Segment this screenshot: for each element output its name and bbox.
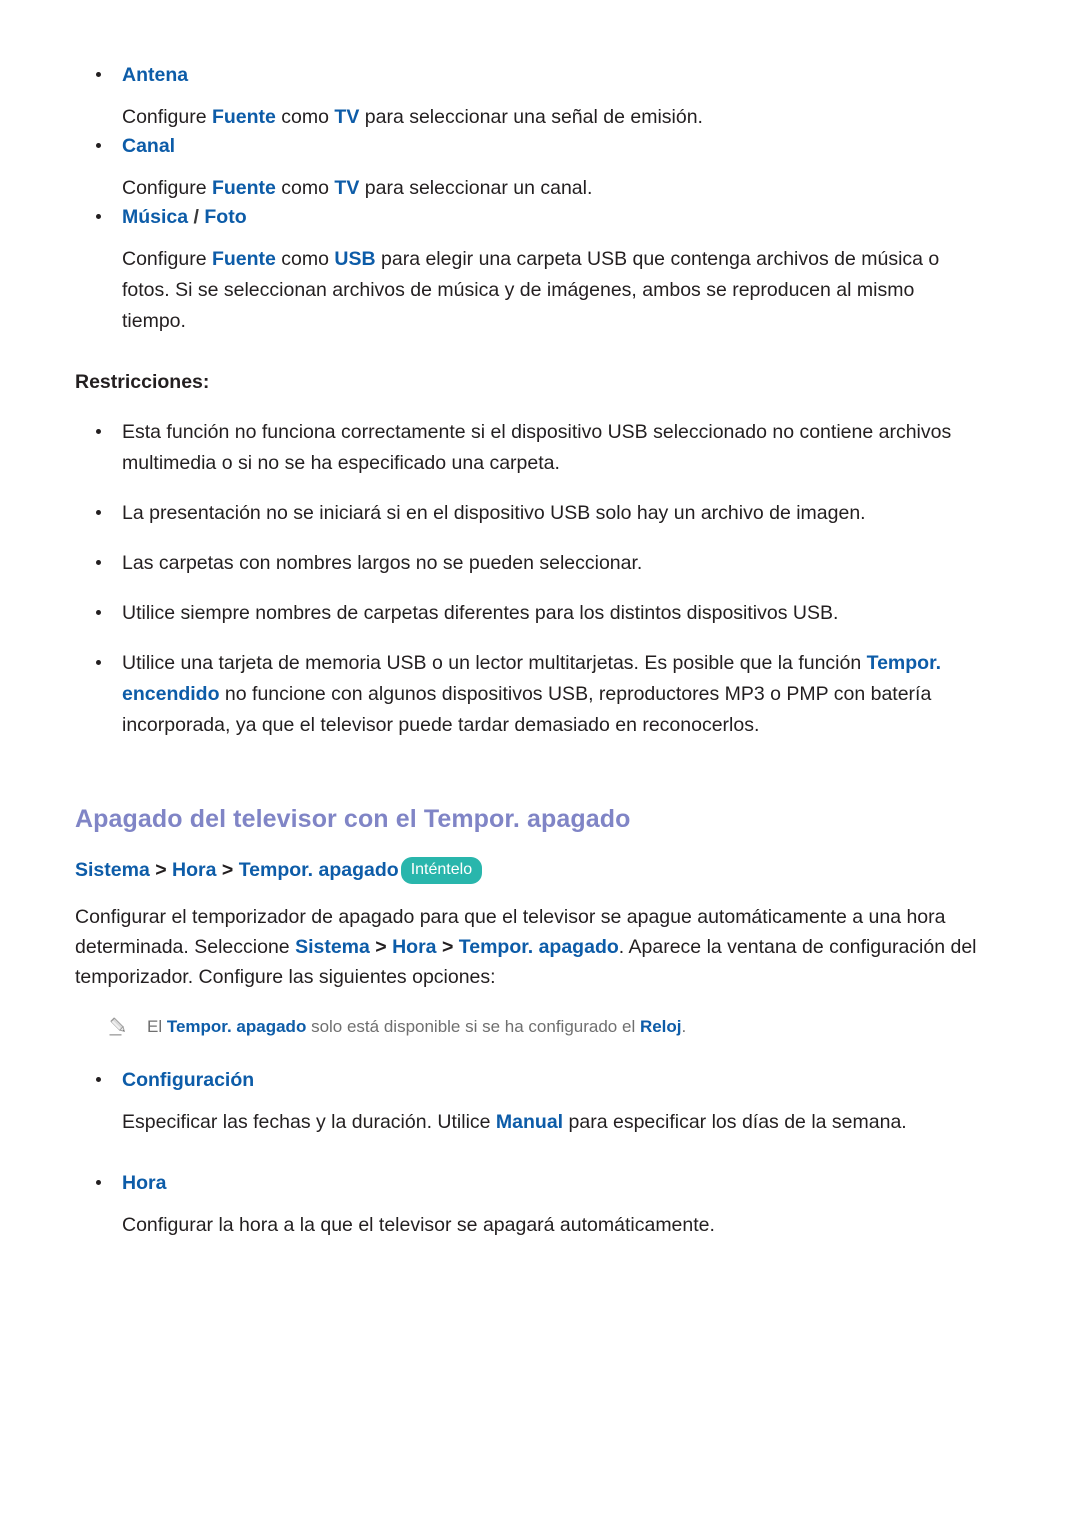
- term-usb: USB: [334, 248, 376, 270]
- text-fragment: para seleccionar una señal de emisión.: [359, 106, 703, 128]
- note-text: El: [147, 1017, 167, 1036]
- breadcrumb-separator: >: [216, 859, 239, 881]
- bullet-icon: [96, 660, 101, 666]
- bullet-icon: [96, 1076, 101, 1082]
- try-it-badge[interactable]: Inténtelo: [400, 857, 483, 884]
- list-item: Utilice siempre nombres de carpetas dife…: [75, 598, 980, 629]
- list-item-canal: Canal Configure Fuente como TV para sele…: [75, 133, 980, 204]
- term-fuente: Fuente: [211, 248, 276, 270]
- term-tv: TV: [334, 177, 360, 199]
- term-hora: Hora: [392, 936, 437, 958]
- item-title-canal: Canal: [122, 135, 176, 157]
- note-text: solo está disponible si se ha configurad…: [306, 1017, 640, 1036]
- text-fragment: Configure: [122, 248, 212, 270]
- item-body-canal: Configure Fuente como TV para selecciona…: [122, 173, 980, 204]
- term-tv: TV: [334, 106, 360, 128]
- breadcrumb-crumb-hora[interactable]: Hora: [172, 859, 216, 881]
- text-fragment: para seleccionar un canal.: [359, 177, 593, 199]
- breadcrumb: Sistema > Hora > Tempor. apagado Inténtel…: [75, 857, 980, 884]
- bullet-icon: [96, 71, 101, 77]
- item-title-antena: Antena: [122, 64, 189, 86]
- item-body-configuracion: Especificar las fechas y la duración. Ut…: [122, 1107, 980, 1138]
- term-sistema: Sistema: [295, 936, 370, 958]
- note-text: .: [681, 1017, 687, 1036]
- item-body-musica-foto: Configure Fuente como USB para elegir un…: [122, 244, 980, 337]
- item-body-hora: Configurar la hora a la que el televisor…: [122, 1210, 980, 1241]
- pencil-icon: [108, 1015, 130, 1037]
- breadcrumb-crumb-tempor-apagado[interactable]: Tempor. apagado: [239, 859, 399, 881]
- bullet-icon: [96, 142, 101, 148]
- restrictions-label: Restricciones:: [75, 371, 210, 393]
- restriction-text: Esta función no funciona correctamente s…: [122, 421, 952, 474]
- bullet-icon: [96, 429, 101, 435]
- list-item: Esta función no funciona correctamente s…: [75, 417, 980, 479]
- list-item-antena: Antena Configure Fuente como TV para sel…: [75, 62, 980, 133]
- list-item: Las carpetas con nombres largos no se pu…: [75, 548, 980, 579]
- restriction-text: no funcione con algunos dispositivos USB…: [122, 683, 932, 736]
- text-fragment: como: [275, 177, 335, 199]
- term-separator: >: [369, 936, 393, 958]
- list-item-musica-foto: Música / Foto Configure Fuente como USB …: [75, 204, 980, 337]
- list-item-configuracion: Configuración Especificar las fechas y l…: [75, 1067, 980, 1138]
- breadcrumb-crumb-sistema[interactable]: Sistema: [75, 859, 150, 881]
- bullet-icon: [96, 610, 101, 616]
- restriction-text: Utilice siempre nombres de carpetas dife…: [122, 602, 839, 624]
- bullet-icon: [96, 560, 101, 566]
- list-item: La presentación no se iniciará si en el …: [75, 498, 980, 529]
- options-list: Configuración Especificar las fechas y l…: [75, 1067, 980, 1241]
- term-separator: >: [436, 936, 459, 958]
- list-item-hora: Hora Configurar la hora a la que el tele…: [75, 1170, 980, 1241]
- bullet-icon: [96, 213, 101, 219]
- breadcrumb-separator: >: [149, 859, 173, 881]
- term-manual: Manual: [495, 1111, 564, 1133]
- restriction-text: Utilice una tarjeta de memoria USB o un …: [122, 652, 867, 674]
- text-fragment: Configurar la hora a la que el televisor…: [122, 1214, 715, 1236]
- item-title-musica-foto: Música / Foto: [122, 204, 980, 230]
- bullet-icon: [96, 510, 101, 516]
- text-fragment: Configure: [122, 177, 212, 199]
- term-tempor-apagado: Tempor. apagado: [166, 1017, 307, 1036]
- text-fragment: para especificar los días de la semana.: [563, 1111, 907, 1133]
- source-item-list: Antena Configure Fuente como TV para sel…: [75, 62, 980, 337]
- text-fragment: Configure: [122, 106, 212, 128]
- term-musica: Música: [122, 206, 189, 228]
- title-separator: /: [188, 206, 205, 228]
- term-fuente: Fuente: [211, 106, 276, 128]
- bullet-icon: [96, 1179, 101, 1185]
- list-item: Utilice una tarjeta de memoria USB o un …: [75, 648, 980, 741]
- term-tempor-apagado: Tempor. apagado: [458, 936, 619, 958]
- text-fragment: como: [275, 106, 335, 128]
- item-title-configuracion: Configuración: [122, 1069, 255, 1091]
- restriction-text: La presentación no se iniciará si en el …: [122, 502, 866, 524]
- restriction-text: Las carpetas con nombres largos no se pu…: [122, 552, 643, 574]
- intro-paragraph: Configurar el temporizador de apagado pa…: [75, 902, 980, 992]
- term-foto: Foto: [204, 206, 247, 228]
- item-title-hora: Hora: [122, 1172, 167, 1194]
- note-callout: El Tempor. apagado solo está disponible …: [100, 1014, 980, 1039]
- page-title: Apagado del televisor con el Tempor. apa…: [75, 805, 631, 833]
- document-page: Antena Configure Fuente como TV para sel…: [0, 0, 1080, 1527]
- item-body-antena: Configure Fuente como TV para selecciona…: [122, 102, 980, 133]
- term-reloj: Reloj: [639, 1017, 682, 1036]
- text-fragment: Especificar las fechas y la duración. Ut…: [122, 1111, 496, 1133]
- text-fragment: como: [275, 248, 335, 270]
- term-fuente: Fuente: [211, 177, 276, 199]
- restrictions-list: Esta función no funciona correctamente s…: [75, 417, 980, 741]
